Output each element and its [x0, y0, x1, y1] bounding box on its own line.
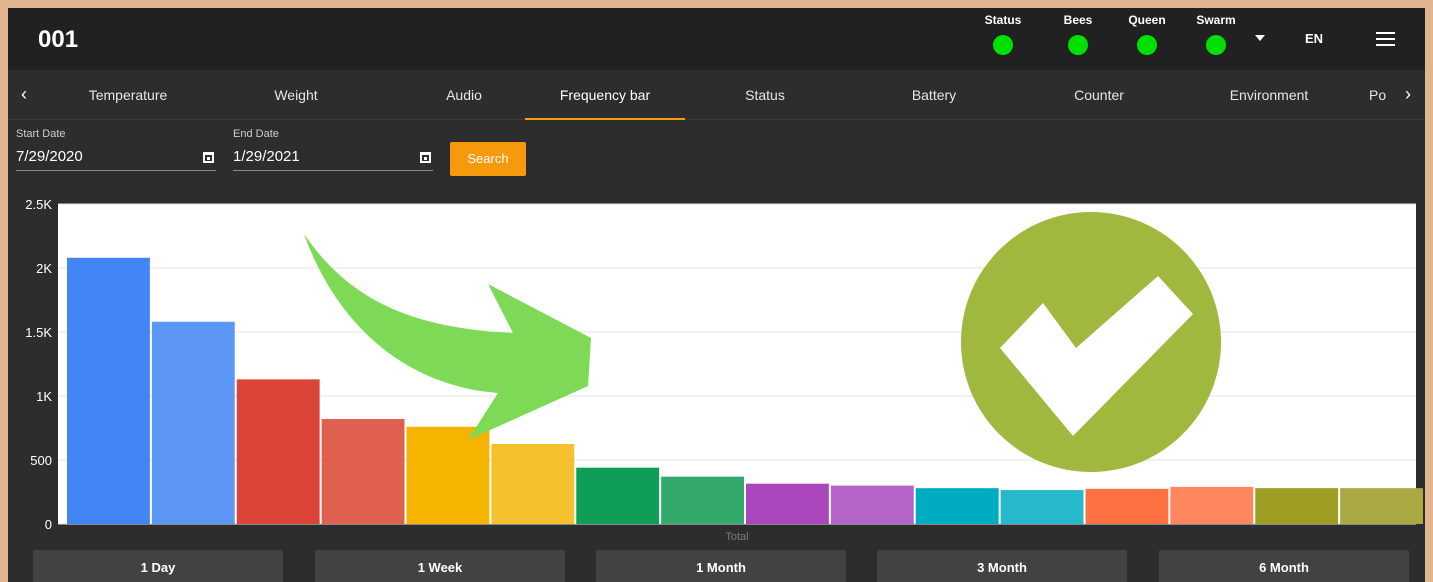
device-title: 001: [38, 26, 79, 53]
tab-next-icon[interactable]: ›: [1398, 84, 1418, 105]
chart-bar: [576, 467, 660, 524]
calendar-icon[interactable]: [203, 152, 214, 163]
status-dot: [993, 35, 1013, 55]
chart-bar: [915, 488, 999, 524]
status-indicator-label: Status: [984, 13, 1022, 27]
chart-bar: [661, 476, 744, 524]
bees-dot: [1068, 35, 1088, 55]
chart-bar: [1085, 488, 1169, 524]
tab-battery[interactable]: Battery: [854, 70, 1014, 120]
chart-bar: [491, 444, 575, 524]
tab-partial[interactable]: Po: [1369, 70, 1394, 120]
tab-temperature[interactable]: Temperature: [44, 70, 212, 120]
queen-indicator-label: Queen: [1128, 13, 1166, 27]
tab-bar: ‹ Temperature Weight Audio Frequency bar…: [8, 70, 1425, 120]
bees-indicator: Bees: [1048, 13, 1108, 55]
start-date-field[interactable]: Start Date 7/29/2020: [16, 128, 216, 171]
tab-environment[interactable]: Environment: [1189, 70, 1349, 120]
chart-bar: [321, 419, 405, 524]
chart-bar: [151, 321, 235, 524]
x-axis-label: Total: [725, 531, 748, 543]
y-tick-label: 1K: [36, 389, 52, 404]
bees-indicator-label: Bees: [1063, 13, 1093, 27]
status-indicator: Status: [973, 13, 1033, 55]
y-tick-label: 0: [45, 517, 52, 532]
app-window: 001 Status Bees Queen Swarm EN ‹ Tempera…: [8, 8, 1425, 582]
start-date-label: Start Date: [16, 128, 66, 140]
chart-bar: [1170, 486, 1254, 524]
tab-audio[interactable]: Audio: [380, 70, 548, 120]
range-1-month-button[interactable]: 1 Month: [596, 550, 846, 582]
tab-status[interactable]: Status: [685, 70, 845, 120]
top-bar: 001 Status Bees Queen Swarm EN: [8, 8, 1425, 70]
tab-frequency-bar[interactable]: Frequency bar: [525, 70, 685, 120]
language-selector[interactable]: EN: [1305, 31, 1323, 46]
range-6-month-button[interactable]: 6 Month: [1159, 550, 1409, 582]
calendar-icon[interactable]: [420, 152, 431, 163]
menu-icon[interactable]: [1376, 32, 1395, 46]
chart-bar: [1000, 490, 1084, 524]
chart-bar: [236, 379, 320, 524]
swarm-indicator-label: Swarm: [1196, 13, 1236, 27]
end-date-value: 1/29/2021: [233, 148, 300, 165]
y-tick-label: 2K: [36, 261, 52, 276]
chart-bar: [1255, 488, 1339, 524]
chevron-down-icon[interactable]: [1255, 35, 1265, 41]
queen-dot: [1137, 35, 1157, 55]
y-tick-label: 1.5K: [25, 325, 52, 340]
tab-weight[interactable]: Weight: [212, 70, 380, 120]
tab-prev-icon[interactable]: ‹: [14, 84, 34, 105]
y-tick-label: 500: [30, 453, 52, 468]
end-date-field[interactable]: End Date 1/29/2021: [233, 128, 433, 171]
range-1-day-button[interactable]: 1 Day: [33, 550, 283, 582]
swarm-dot: [1206, 35, 1226, 55]
chart-bar: [830, 485, 914, 524]
start-date-input[interactable]: 7/29/2020: [16, 147, 216, 171]
search-button[interactable]: Search: [450, 142, 526, 176]
chart-bar: [406, 426, 490, 524]
tab-list: Temperature Weight Audio Frequency bar S…: [44, 70, 1394, 120]
queen-indicator: Queen: [1117, 13, 1177, 55]
chart-svg: 0 500 1K 1.5K 2K 2.5K Total: [25, 197, 1423, 543]
chart-bar: [746, 483, 829, 524]
y-tick-label: 2.5K: [25, 197, 52, 212]
frequency-chart: 0 500 1K 1.5K 2K 2.5K Total: [8, 192, 1425, 548]
start-date-value: 7/29/2020: [16, 148, 83, 165]
range-3-month-button[interactable]: 3 Month: [877, 550, 1127, 582]
range-1-week-button[interactable]: 1 Week: [315, 550, 565, 582]
swarm-indicator: Swarm: [1186, 13, 1246, 55]
end-date-input[interactable]: 1/29/2021: [233, 147, 433, 171]
tab-counter[interactable]: Counter: [1019, 70, 1179, 120]
chart-bar: [67, 257, 150, 524]
chart-bar: [1340, 488, 1423, 524]
end-date-label: End Date: [233, 128, 279, 140]
